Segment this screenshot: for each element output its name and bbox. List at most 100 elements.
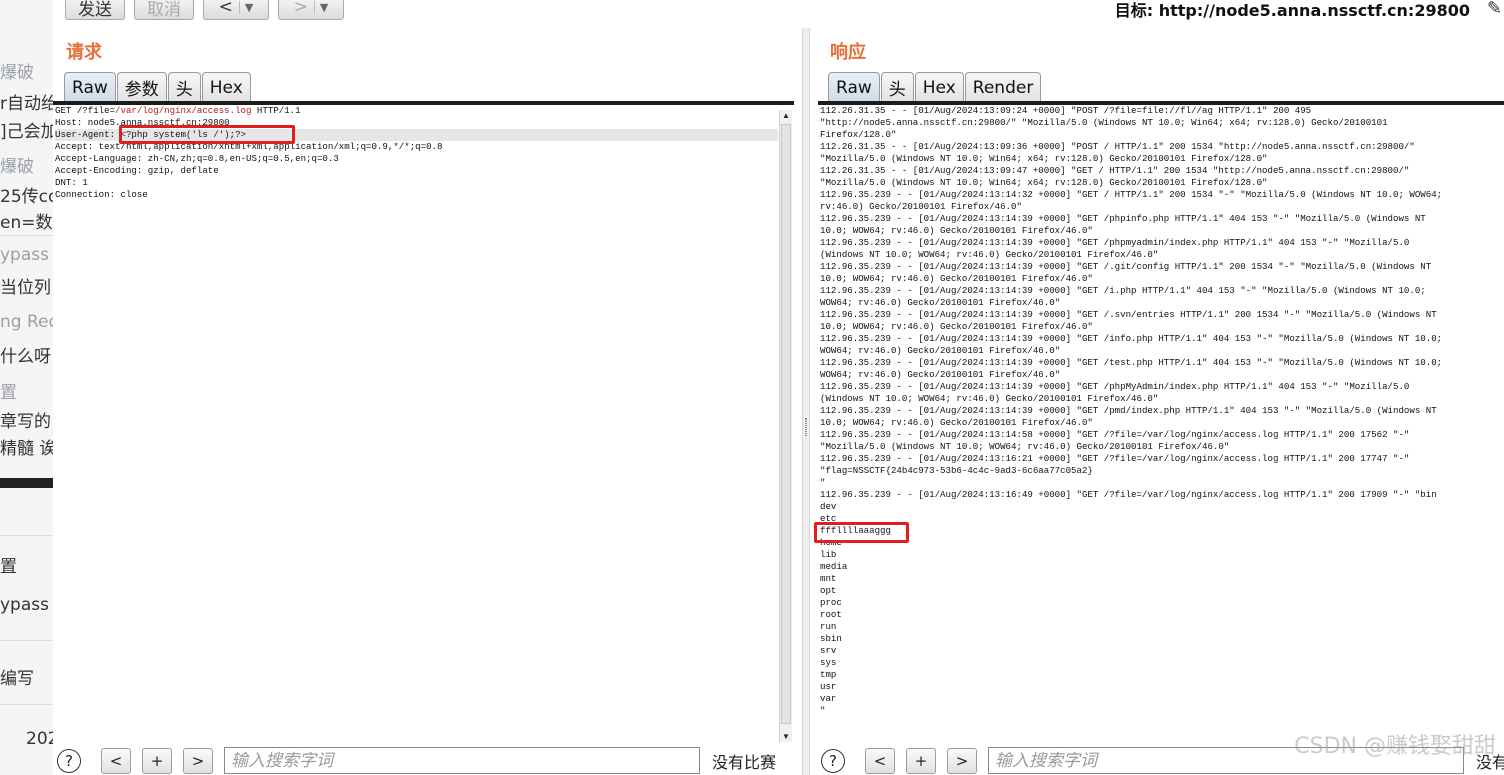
search-prev-button[interactable]: < [865,747,895,774]
response-line: srv [820,645,837,656]
help-icon[interactable]: ? [821,748,845,773]
response-tabs: Raw 头 Hex Render [828,72,1042,102]
bg-fragment: 爆破 [0,157,34,177]
forward-arrow-icon: > [293,0,308,17]
scroll-up-icon[interactable]: ▲ [782,111,790,120]
bg-fragment: ng Red [0,312,53,332]
request-line-text: User-Agent: [55,129,121,140]
response-line: " [820,705,826,716]
help-icon[interactable]: ? [57,748,81,773]
response-line: WOW64; rv:46.0) Gecko/20100101 Firefox/4… [820,369,1061,380]
match-count: 没有比赛 [712,752,777,772]
response-line: 112.96.35.239 - - [01/Aug/2024:13:14:32 … [820,189,1443,200]
response-line: 112.96.35.239 - - [01/Aug/2024:13:14:58 … [820,429,1410,440]
request-line: GET /?file=/var/log/nginx/access.log HTT… [55,105,778,117]
response-line: 112.26.31.35 - - [01/Aug/2024:13:09:47 +… [820,165,1410,176]
response-line: 112.96.35.239 - - [01/Aug/2024:13:16:49 … [820,489,1437,500]
scroll-down-icon[interactable]: ▼ [782,732,790,741]
response-line: run [820,621,837,632]
response-line: "flag=NSSCTF{24b4c973-53b6-4c4c-9ad3-6c6… [820,465,1093,476]
response-line: var [820,693,837,704]
response-line: tmp [820,669,837,680]
tab-request-hex[interactable]: Hex [201,72,251,102]
response-line: 112.96.35.239 - - [01/Aug/2024:13:14:39 … [820,261,1432,272]
response-line: root [820,609,842,620]
bg-black-bar [0,478,53,488]
response-line: (Windows NT 10.0; WOW64; rv:46.0) Gecko/… [820,249,1159,260]
response-line: Firefox/128.0" [820,129,897,140]
request-line-text: Connection: close [55,189,148,200]
forward-history-button[interactable]: > ▼ [278,0,344,20]
search-add-button[interactable]: + [142,747,172,774]
split-divider[interactable] [802,28,810,775]
request-line: DNT: 1 [55,177,778,189]
tab-response-raw[interactable]: Raw [828,72,880,102]
search-input[interactable] [224,747,700,774]
request-line: Accept-Language: zh-CN,zh;q=0.8,en-US;q=… [55,153,778,165]
response-line: 10.0; WOW64; rv:46.0) Gecko/20100101 Fir… [820,321,1093,332]
request-line-text: Accept-Language: zh-CN,zh;q=0.8,en-US;q=… [55,153,339,164]
tab-request-params[interactable]: 参数 [116,72,167,102]
search-add-button[interactable]: + [906,747,936,774]
tab-request-headers[interactable]: 头 [167,72,201,102]
bg-divider [0,640,53,641]
search-next-button[interactable]: > [183,747,213,774]
send-button[interactable]: 发送 [65,0,125,20]
response-line: "Mozilla/5.0 (Windows NT 10.0; WOW64; rv… [820,441,1230,452]
cancel-button[interactable]: 取消 [134,0,194,20]
response-line: sbin [820,633,842,644]
request-editor[interactable]: GET /?file=/var/log/nginx/access.log HTT… [55,105,778,741]
bg-fragment: 什么呀 [0,347,51,367]
response-line: etc [820,513,837,524]
request-search-bar: ? < + > 没有比赛 [57,746,776,775]
edit-target-icon[interactable]: ✎ [1487,0,1502,19]
response-line: 112.96.35.239 - - [01/Aug/2024:13:14:39 … [820,309,1437,320]
request-scrollbar[interactable]: ▲ ▼ [779,110,792,742]
bg-fragment: 编写 [0,669,34,689]
bg-fragment: ypass 9 [0,245,53,265]
back-history-button[interactable]: < ▼ [203,0,269,20]
response-line: fffllllaaaggg [820,525,891,536]
flag-dir-highlight-box [814,522,909,543]
payload-highlight-box [119,125,295,144]
response-line: WOW64; rv:46.0) Gecko/20100101 Firefox/4… [820,345,1061,356]
response-line: (Windows NT 10.0; WOW64; rv:46.0) Gecko/… [820,393,1159,404]
tab-request-raw[interactable]: Raw [64,72,116,102]
response-line: 10.0; WOW64; rv:46.0) Gecko/20100101 Fir… [820,225,1093,236]
request-line: Connection: close [55,189,778,201]
request-line: Accept-Encoding: gzip, deflate [55,165,778,177]
response-line: WOW64; rv:46.0) Gecko/20100101 Firefox/4… [820,297,1061,308]
request-title: 请求 [66,42,102,63]
request-line-text: DNT: 1 [55,177,88,188]
search-prev-button[interactable]: < [101,747,131,774]
response-line: "http://node5.anna.nssctf.cn:29800/" "Mo… [820,117,1388,128]
response-line: mnt [820,573,837,584]
split-grip-icon[interactable] [805,418,807,436]
target-label: 目标: http://node5.anna.nssctf.cn:29800 [1114,1,1470,20]
response-line: 112.26.31.35 - - [01/Aug/2024:13:09:24 +… [820,105,1312,116]
scroll-thumb[interactable] [781,124,791,724]
response-line: opt [820,585,837,596]
request-line-text: Accept-Encoding: gzip, deflate [55,165,219,176]
tab-response-hex[interactable]: Hex [914,72,964,102]
request-tabs: Raw 参数 头 Hex [64,72,252,102]
response-editor[interactable]: 112.26.31.35 - - [01/Aug/2024:13:09:24 +… [820,105,1504,741]
response-line: "Mozilla/5.0 (Windows NT 10.0; Win64; x6… [820,153,1268,164]
search-next-button[interactable]: > [947,747,977,774]
bg-divider [0,535,53,536]
response-line: 112.96.35.239 - - [01/Aug/2024:13:14:39 … [820,405,1437,416]
response-line: " [820,477,826,488]
response-line: 112.96.35.239 - - [01/Aug/2024:13:14:39 … [820,333,1443,344]
bg-fragment: ]己会加 [0,122,53,142]
request-line-text: GET /?file= [55,105,116,116]
bg-fragment: 202 [26,729,53,749]
tab-response-headers[interactable]: 头 [880,72,914,102]
response-line: media [820,561,848,572]
response-line: proc [820,597,842,608]
response-line: lib [820,549,837,560]
bg-fragment: en=数字 [0,213,53,233]
tab-response-render[interactable]: Render [964,72,1042,102]
request-line-rest: HTTP/1.1 [251,105,301,116]
bg-divider [0,704,53,705]
chevron-down-icon: ▼ [238,0,253,14]
